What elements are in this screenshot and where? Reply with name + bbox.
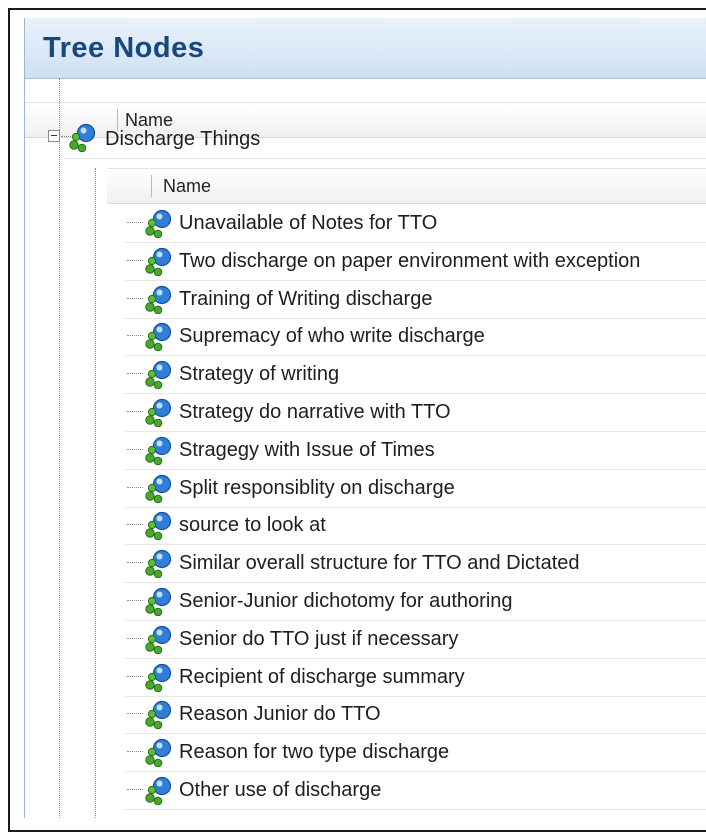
- child-node-row[interactable]: Reason Junior do TTO: [125, 695, 706, 735]
- tree-guide-line: [59, 78, 60, 818]
- tree-connector: [127, 297, 143, 299]
- tree-connector: [127, 222, 143, 223]
- child-tree-guide-line: [95, 168, 96, 818]
- child-node-row[interactable]: Similar overall structure for TTO and Di…: [125, 544, 706, 584]
- parent-node-row[interactable]: Discharge Things: [65, 118, 706, 159]
- panel-title: Tree Nodes: [43, 32, 205, 64]
- panel-title-bar: Tree Nodes: [25, 18, 706, 79]
- child-node-row[interactable]: Other use of discharge: [125, 771, 706, 810]
- tree-connector: [127, 751, 143, 753]
- child-node-label: Supremacy of who write discharge: [179, 325, 485, 348]
- child-node-label: Reason for two type discharge: [179, 741, 450, 764]
- node-icon: [145, 323, 172, 352]
- column-separator: [151, 175, 152, 197]
- child-name-column-label[interactable]: Name: [163, 176, 211, 197]
- child-node-row[interactable]: Reason for two type discharge: [125, 733, 706, 773]
- tree-connector: [127, 789, 143, 790]
- node-icon: [145, 285, 172, 314]
- node-icon: [145, 776, 172, 805]
- tree-connector: [127, 486, 143, 488]
- child-node-row[interactable]: Senior-Junior dichotomy for authoring: [125, 582, 706, 621]
- tree-connector: [127, 562, 143, 564]
- child-node-label: Stragegy with Issue of Times: [179, 438, 435, 461]
- child-node-label: source to look at: [179, 514, 326, 537]
- child-node-label: Two discharge on paper environment with …: [179, 249, 641, 272]
- tree-connector: [127, 259, 143, 261]
- child-node-row[interactable]: Two discharge on paper environment with …: [125, 242, 706, 281]
- node-icon: [145, 739, 172, 768]
- child-node-label: Training of Writing discharge: [179, 287, 433, 310]
- child-node-row[interactable]: Stragegy with Issue of Times: [125, 431, 706, 470]
- child-node-label: Strategy of writing: [179, 363, 340, 386]
- node-icon: [145, 398, 172, 427]
- node-icon: [145, 247, 172, 276]
- node-icon: [145, 474, 172, 503]
- child-node-row[interactable]: Split responsiblity on discharge: [125, 469, 706, 508]
- tree-connector: [127, 411, 143, 412]
- child-node-label: Split responsiblity on discharge: [179, 476, 455, 499]
- child-node-row[interactable]: Training of Writing discharge: [125, 280, 706, 319]
- child-node-label: Senior do TTO just if necessary: [179, 627, 459, 650]
- child-node-row[interactable]: Senior do TTO just if necessary: [125, 620, 706, 659]
- node-icon: [145, 550, 172, 579]
- tree-connector: [127, 524, 143, 526]
- tree-connector: [127, 373, 143, 375]
- child-node-row[interactable]: Recipient of discharge summary: [125, 658, 706, 697]
- node-icon: [145, 361, 172, 390]
- child-node-label: Recipient of discharge summary: [179, 665, 465, 688]
- node-icon: [145, 587, 172, 616]
- child-node-row[interactable]: Supremacy of who write discharge: [125, 317, 706, 357]
- node-icon: [145, 663, 172, 692]
- tree-connector: [127, 335, 143, 337]
- node-icon: [145, 701, 172, 730]
- child-node-row[interactable]: Unavailable of Notes for TTO: [125, 204, 706, 243]
- parent-node-label: Discharge Things: [105, 128, 261, 150]
- child-node-label: Reason Junior do TTO: [179, 703, 381, 726]
- tree-connector: [127, 675, 143, 677]
- child-node-row[interactable]: source to look at: [125, 506, 706, 546]
- tree-connector: [127, 600, 143, 601]
- node-icon: [145, 209, 172, 238]
- node-icon: [69, 123, 96, 152]
- child-node-row[interactable]: Strategy of writing: [125, 355, 706, 395]
- tree-connector: [127, 448, 143, 450]
- collapse-toggle-icon[interactable]: [48, 130, 60, 142]
- tree-nodes-panel: Tree Nodes Name Discharge Things Name Un…: [24, 18, 706, 818]
- node-icon: [145, 436, 172, 465]
- tree-connector: [127, 713, 143, 715]
- child-node-label: Unavailable of Notes for TTO: [179, 212, 438, 234]
- child-node-label: Other use of discharge: [179, 779, 382, 801]
- child-node-row[interactable]: Strategy do narrative with TTO: [125, 393, 706, 432]
- child-node-label: Senior-Junior dichotomy for authoring: [179, 590, 513, 612]
- tree-connector: [127, 637, 143, 639]
- child-node-label: Similar overall structure for TTO and Di…: [179, 552, 580, 575]
- child-node-label: Strategy do narrative with TTO: [179, 401, 451, 423]
- node-icon: [145, 625, 172, 654]
- node-icon: [145, 512, 172, 541]
- child-column-header[interactable]: Name: [107, 168, 706, 204]
